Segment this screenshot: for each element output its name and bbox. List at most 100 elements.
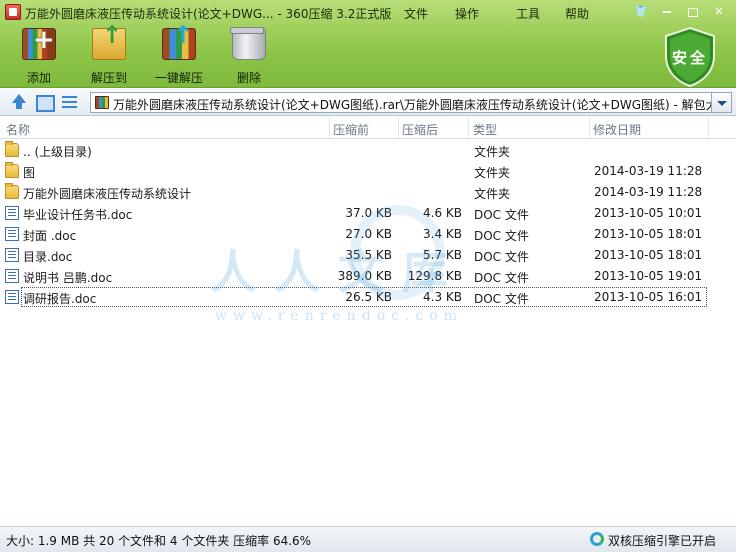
archive-icon <box>95 96 109 109</box>
status-bar: 大小: 1.9 MB 共 20 个文件和 4 个文件夹 压缩率 64.6% 双核… <box>0 526 736 552</box>
column-divider[interactable] <box>468 117 469 138</box>
file-name: 封面 .doc <box>23 229 77 243</box>
one-click-extract-icon <box>162 21 196 60</box>
watermark-url: www.renrendoc.com <box>215 308 463 324</box>
file-name: .. (上级目录) <box>23 145 92 159</box>
add-archive-icon <box>22 25 56 60</box>
delete-label: 删除 <box>236 71 261 85</box>
one-click-extract-button[interactable]: 一键解压 <box>144 21 214 86</box>
file-packed-size: 4.6 KB <box>423 206 462 220</box>
file-type: DOC 文件 <box>474 250 529 264</box>
file-row-focused[interactable]: 调研报告.doc 26.5 KB 4.3 KB DOC 文件 2013-10-0… <box>0 287 736 308</box>
column-name[interactable]: 名称 <box>6 121 30 138</box>
menu-tools[interactable]: 工具 <box>516 5 540 22</box>
menu-bar: 文件 操作 工具 帮助 <box>404 5 589 22</box>
file-name: 调研报告.doc <box>23 292 97 306</box>
file-date: 2013-10-05 18:01 <box>594 248 703 262</box>
file-size: 26.5 KB <box>345 290 392 304</box>
shield-label: 安全 <box>671 49 708 67</box>
large-icon-view-icon[interactable] <box>35 94 55 112</box>
file-row[interactable]: 图 文件夹 2014-03-19 11:28 <box>0 161 736 182</box>
doc-icon <box>5 290 19 304</box>
file-size: 389.0 KB <box>337 269 392 283</box>
address-field[interactable]: 万能外圆磨床液压传动系统设计(论文+DWG图纸).rar\万能外圆磨床液压传动系… <box>90 92 712 113</box>
doc-icon <box>5 206 19 220</box>
file-row[interactable]: 目录.doc 35.5 KB 5.7 KB DOC 文件 2013-10-05 … <box>0 245 736 266</box>
extract-to-button[interactable]: 解压到 <box>74 21 144 86</box>
window-title: 万能外圆磨床液压传动系统设计(论文+DWG... - 360压缩 3.2正式版 <box>25 7 392 21</box>
file-size: 35.5 KB <box>345 248 392 262</box>
file-packed-size: 129.8 KB <box>407 269 462 283</box>
file-type: DOC 文件 <box>474 292 529 306</box>
column-header: 名称 压缩前 压缩后 类型 修改日期 <box>0 117 736 139</box>
column-divider[interactable] <box>589 117 590 138</box>
file-type: DOC 文件 <box>474 208 529 222</box>
up-arrow-icon[interactable] <box>10 94 28 110</box>
file-name: 万能外圆磨床液压传动系统设计 <box>23 187 192 201</box>
file-type: 文件夹 <box>474 166 511 180</box>
file-date: 2013-10-05 19:01 <box>594 269 703 283</box>
file-size: 27.0 KB <box>345 227 392 241</box>
add-button[interactable]: 添加 <box>4 25 74 86</box>
file-date: 2013-10-05 10:01 <box>594 206 703 220</box>
minimize-button[interactable] <box>656 3 678 20</box>
delete-button[interactable]: 删除 <box>214 27 284 86</box>
add-label: 添加 <box>26 71 51 85</box>
file-date: 2013-10-05 16:01 <box>594 290 703 304</box>
file-packed-size: 4.3 KB <box>423 290 462 304</box>
file-packed-size: 5.7 KB <box>423 248 462 262</box>
doc-icon <box>5 227 19 241</box>
folder-icon <box>5 141 19 157</box>
status-summary: 大小: 1.9 MB 共 20 个文件和 4 个文件夹 压缩率 64.6% <box>6 534 312 548</box>
doc-icon <box>5 269 19 283</box>
security-shield[interactable]: 安全 <box>662 26 718 88</box>
trash-icon <box>230 27 266 60</box>
file-packed-size: 3.4 KB <box>423 227 462 241</box>
address-dropdown-button[interactable] <box>712 92 732 113</box>
engine-status-label: 双核压缩引擎已开启 <box>608 534 717 548</box>
folder-icon <box>5 162 19 178</box>
file-row[interactable]: 万能外圆磨床液压传动系统设计 文件夹 2014-03-19 11:28 <box>0 182 736 203</box>
column-divider[interactable] <box>708 117 709 138</box>
menu-help[interactable]: 帮助 <box>565 5 589 22</box>
extract-folder-icon <box>92 21 126 60</box>
one-click-label: 一键解压 <box>154 71 203 85</box>
extract-label: 解压到 <box>90 71 127 85</box>
app-icon <box>5 4 21 20</box>
list-view-icon[interactable] <box>61 94 79 110</box>
menu-file[interactable]: 文件 <box>404 5 428 22</box>
top-area: 万能外圆磨床液压传动系统设计(论文+DWG... - 360压缩 3.2正式版 … <box>0 0 736 88</box>
file-date: 2014-03-19 11:28 <box>594 185 703 199</box>
column-divider[interactable] <box>398 117 399 138</box>
file-name: 说明书 吕鹏.doc <box>23 271 113 285</box>
doc-icon <box>5 248 19 262</box>
folder-icon <box>5 183 19 199</box>
file-size: 37.0 KB <box>345 206 392 220</box>
window-controls: 👕 ✕ <box>630 3 730 20</box>
file-name: 图 <box>23 166 36 180</box>
file-type: DOC 文件 <box>474 229 529 243</box>
skin-icon[interactable]: 👕 <box>630 3 652 20</box>
file-type: 文件夹 <box>474 187 511 201</box>
file-row[interactable]: 封面 .doc 27.0 KB 3.4 KB DOC 文件 2013-10-05… <box>0 224 736 245</box>
column-type[interactable]: 类型 <box>473 121 497 138</box>
address-bar: 万能外圆磨床液压传动系统设计(论文+DWG图纸).rar\万能外圆磨床液压传动系… <box>0 89 736 116</box>
file-date: 2014-03-19 11:28 <box>594 164 703 178</box>
menu-operate[interactable]: 操作 <box>455 5 479 22</box>
column-date[interactable]: 修改日期 <box>593 121 641 138</box>
maximize-button[interactable] <box>682 3 704 20</box>
file-type: DOC 文件 <box>474 271 529 285</box>
address-path: 万能外圆磨床液压传动系统设计(论文+DWG图纸).rar\万能外圆磨床液压传动系… <box>113 98 712 112</box>
file-name: 目录.doc <box>23 250 73 264</box>
file-date: 2013-10-05 18:01 <box>594 227 703 241</box>
column-packed[interactable]: 压缩后 <box>402 121 438 138</box>
file-name: 毕业设计任务书.doc <box>23 208 133 222</box>
file-row[interactable]: 毕业设计任务书.doc 37.0 KB 4.6 KB DOC 文件 2013-1… <box>0 203 736 224</box>
file-row[interactable]: 说明书 吕鹏.doc 389.0 KB 129.8 KB DOC 文件 2013… <box>0 266 736 287</box>
close-button[interactable]: ✕ <box>708 3 730 20</box>
column-size[interactable]: 压缩前 <box>333 121 369 138</box>
column-divider[interactable] <box>329 117 330 138</box>
dual-core-icon <box>590 532 604 546</box>
file-row-parent[interactable]: .. (上级目录) 文件夹 <box>0 140 736 161</box>
file-type: 文件夹 <box>474 145 511 159</box>
